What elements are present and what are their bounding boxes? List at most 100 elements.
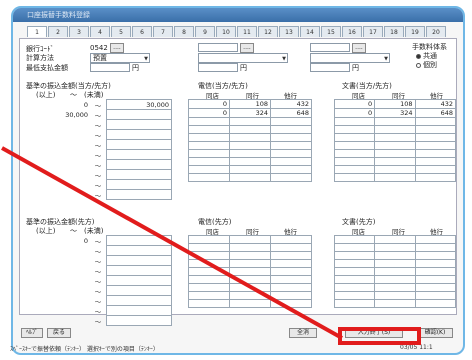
fee-input[interactable] [414, 267, 457, 276]
fee-input[interactable] [414, 251, 457, 260]
fee-input[interactable] [270, 173, 312, 182]
fee-input[interactable] [229, 165, 271, 174]
fee-input[interactable] [229, 235, 271, 244]
fee-input[interactable] [229, 157, 271, 166]
fee-input[interactable] [414, 283, 457, 292]
tab-5[interactable]: 5 [111, 26, 131, 37]
fee-input[interactable] [414, 125, 457, 134]
bank-code-input-3[interactable] [310, 43, 350, 52]
fee-input[interactable] [188, 117, 230, 126]
fee-input[interactable] [414, 165, 457, 174]
fee-input[interactable] [374, 267, 416, 276]
fee-input[interactable] [414, 141, 457, 150]
fee-input[interactable] [333, 259, 376, 268]
fee-input[interactable] [270, 291, 312, 300]
fee-input[interactable] [374, 299, 416, 308]
fee-input[interactable] [374, 235, 416, 244]
amount-to-input[interactable] [106, 179, 172, 190]
fee-input[interactable] [229, 251, 271, 260]
tab-15[interactable]: 15 [321, 26, 341, 37]
fee-input[interactable] [229, 267, 271, 276]
tab-10[interactable]: 10 [216, 26, 236, 37]
fee-input[interactable] [270, 275, 312, 284]
amount-to-input[interactable] [106, 305, 172, 316]
fee-input[interactable] [374, 173, 416, 182]
fee-input[interactable] [229, 275, 271, 284]
confirm-button[interactable]: 確認(K) [417, 328, 453, 338]
fee-input[interactable] [229, 133, 271, 142]
tab-13[interactable]: 13 [279, 26, 299, 37]
amount-to-input[interactable] [106, 295, 172, 306]
fee-input[interactable] [188, 157, 230, 166]
fee-input[interactable] [333, 243, 376, 252]
bank-lookup-button[interactable]: .... [110, 43, 124, 53]
fee-input[interactable]: 108 [374, 99, 416, 109]
fee-input[interactable] [270, 117, 312, 126]
tab-4[interactable]: 4 [90, 26, 110, 37]
fee-input[interactable] [270, 251, 312, 260]
fee-input[interactable] [333, 275, 376, 284]
fee-input[interactable] [270, 165, 312, 174]
fee-input[interactable] [374, 259, 416, 268]
tab-1[interactable]: 1 [27, 26, 47, 37]
fee-input[interactable] [188, 251, 230, 260]
amount-to-input[interactable] [106, 129, 172, 140]
calc-method-select[interactable]: 預置 ▼ [90, 53, 150, 63]
fee-input[interactable]: 432 [270, 99, 312, 109]
tab-18[interactable]: 18 [384, 26, 404, 37]
amount-to-input[interactable] [106, 109, 172, 120]
amount-to-input[interactable] [106, 189, 172, 200]
tab-19[interactable]: 19 [405, 26, 425, 37]
fee-input[interactable] [229, 141, 271, 150]
fee-input[interactable] [333, 165, 376, 174]
tab-16[interactable]: 16 [342, 26, 362, 37]
fee-input[interactable]: 0 [188, 108, 230, 118]
fee-input[interactable]: 0 [333, 99, 376, 109]
help-button[interactable]: ﾍﾙﾌﾟ [21, 328, 43, 338]
fee-input[interactable] [333, 157, 376, 166]
fee-input[interactable] [270, 157, 312, 166]
amount-to-input[interactable] [106, 235, 172, 246]
fee-input[interactable] [229, 291, 271, 300]
fee-input[interactable] [188, 165, 230, 174]
clear-all-button[interactable]: 全消 [289, 328, 317, 338]
fee-input[interactable] [188, 243, 230, 252]
amount-to-input[interactable] [106, 169, 172, 180]
tab-3[interactable]: 3 [69, 26, 89, 37]
fee-input[interactable] [188, 141, 230, 150]
fee-input[interactable] [414, 157, 457, 166]
fee-input[interactable] [333, 299, 376, 308]
amount-to-input[interactable] [106, 149, 172, 160]
fee-input[interactable]: 324 [374, 108, 416, 118]
fee-input[interactable] [229, 173, 271, 182]
fee-input[interactable]: 0 [188, 99, 230, 109]
min-payment-input-3[interactable] [310, 63, 350, 72]
fee-input[interactable] [414, 299, 457, 308]
tab-11[interactable]: 11 [237, 26, 257, 37]
fee-input[interactable] [188, 235, 230, 244]
fee-input[interactable] [374, 275, 416, 284]
fee-input[interactable] [270, 259, 312, 268]
fee-input[interactable]: 108 [229, 99, 271, 109]
fee-input[interactable] [414, 243, 457, 252]
fee-input[interactable] [188, 267, 230, 276]
tab-2[interactable]: 2 [48, 26, 68, 37]
fee-input[interactable] [414, 259, 457, 268]
fee-input[interactable] [188, 125, 230, 134]
fee-input[interactable] [229, 125, 271, 134]
fee-input[interactable] [374, 125, 416, 134]
fee-input[interactable] [333, 173, 376, 182]
fee-input[interactable] [333, 133, 376, 142]
fee-input[interactable] [374, 157, 416, 166]
bank-lookup-button-3[interactable]: .... [352, 43, 366, 53]
amount-to-input[interactable] [106, 119, 172, 130]
fee-input[interactable] [414, 173, 457, 182]
fee-input[interactable] [414, 117, 457, 126]
amount-to-input[interactable] [106, 315, 172, 326]
fee-input[interactable] [333, 283, 376, 292]
fee-input[interactable]: 432 [414, 99, 457, 109]
fee-input[interactable] [188, 291, 230, 300]
fee-input[interactable] [374, 133, 416, 142]
amount-to-input[interactable] [106, 285, 172, 296]
fee-input[interactable] [229, 149, 271, 158]
